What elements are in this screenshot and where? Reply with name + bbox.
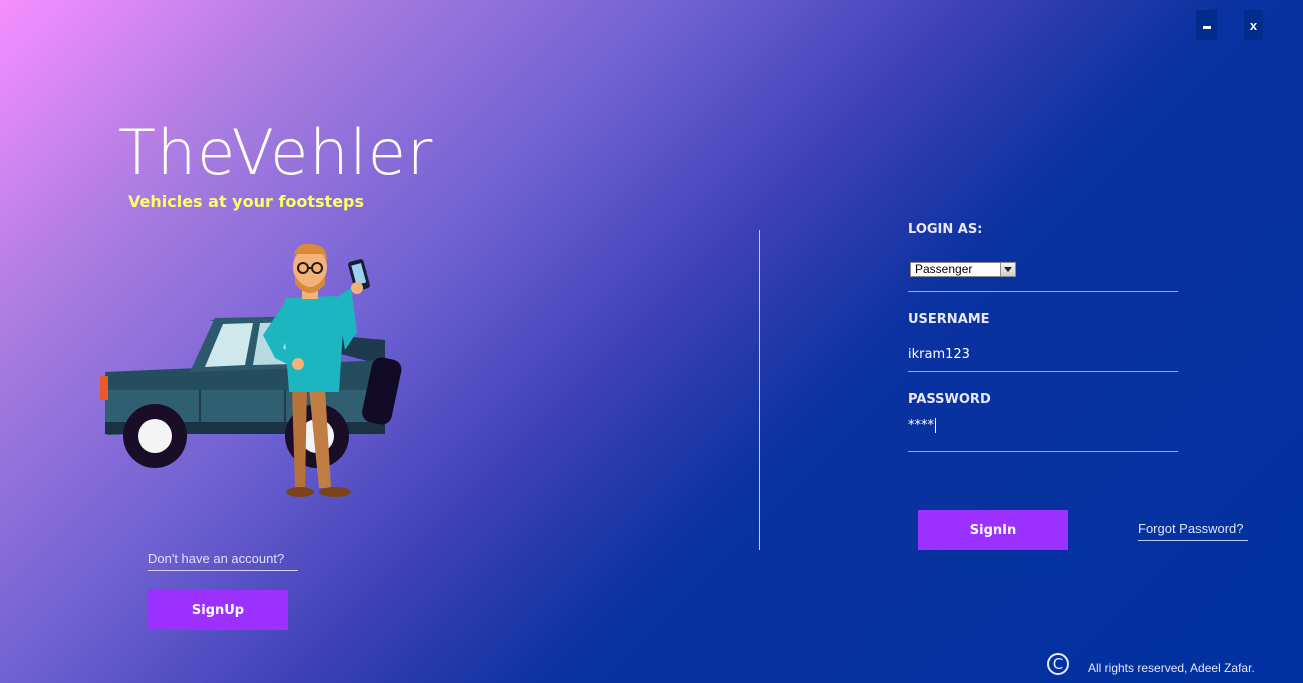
man-with-car-illustration [100,243,402,497]
field-underline [908,451,1178,452]
app-title: TheVehler [118,116,434,189]
login-as-label: LOGIN AS: [908,222,983,237]
close-button[interactable]: x [1244,10,1263,40]
app-tagline: Vehicles at your footsteps [128,192,365,211]
vertical-divider [759,230,760,550]
minimize-button[interactable] [1196,10,1217,40]
signin-button[interactable]: SignIn [918,510,1068,550]
forgot-password-link[interactable]: Forgot Password? [1138,521,1248,541]
dropdown-arrow-icon[interactable] [1000,263,1015,276]
role-dropdown[interactable]: Passenger [910,262,1016,277]
field-underline [908,371,1178,372]
role-dropdown-value: Passenger [915,262,973,276]
minimize-icon [1202,25,1211,29]
username-label: USERNAME [908,312,990,327]
password-value: **** [908,417,934,433]
copyright-text: All rights reserved, Adeel Zafar. [1088,661,1255,675]
signup-link[interactable]: Don't have an account? [148,551,298,571]
text-caret [935,417,936,433]
signup-button[interactable]: SignUp [148,590,288,630]
password-input[interactable]: **** [908,417,1176,433]
password-label: PASSWORD [908,392,991,407]
username-input[interactable]: ikram123 [908,347,1176,365]
copyright-icon: C [1047,653,1069,675]
field-underline [908,291,1178,292]
